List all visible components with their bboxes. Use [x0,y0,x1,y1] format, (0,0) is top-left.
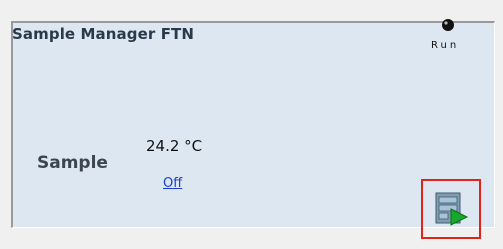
status-label: Run [431,40,460,51]
temperature-value: 24.2 °C [146,137,203,155]
sample-label: Sample [37,153,108,173]
module-title: Sample Manager FTN [12,25,195,43]
module-action-button[interactable] [421,179,481,239]
instrument-play-icon [435,192,469,226]
temperature-control-off-link[interactable]: Off [163,176,182,191]
run-status-dot-icon [442,19,454,31]
